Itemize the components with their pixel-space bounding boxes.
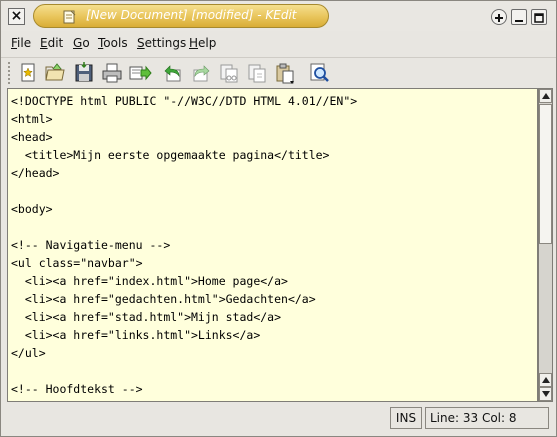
code-line[interactable]: <li><a href="stad.html">Mijn stad</a> [11, 308, 357, 326]
toolbar [1, 57, 556, 88]
kedit-window: × [New Document] [modified] - KEdit File… [0, 0, 557, 437]
status-message [7, 407, 387, 429]
code-line[interactable]: <li><a href="links.html">Links</a> [11, 326, 357, 344]
code-line[interactable] [11, 218, 357, 236]
send-mail-button[interactable] [128, 61, 152, 85]
menu-help[interactable]: Help [189, 36, 216, 50]
redo-icon [193, 65, 210, 82]
toolbar-grip[interactable] [8, 62, 14, 84]
copy-button[interactable] [245, 61, 269, 85]
vertical-scrollbar[interactable] [538, 88, 553, 402]
paste-icon [276, 63, 294, 84]
redo-button[interactable] [189, 61, 213, 85]
minimize-button[interactable] [511, 9, 527, 25]
open-button[interactable] [43, 61, 67, 85]
new-icon [21, 63, 35, 82]
plus-icon [495, 14, 503, 22]
maximize-button[interactable] [531, 9, 547, 25]
code-line[interactable]: <li><a href="index.html">Home page</a> [11, 272, 357, 290]
cursor-position: Line: 33 Col: 8 [425, 407, 549, 429]
code-line[interactable]: <body> [11, 200, 357, 218]
context-help-button[interactable] [491, 9, 507, 25]
code-line[interactable]: <!-- Navigatie-menu --> [11, 236, 357, 254]
print-icon [102, 63, 122, 83]
copy-icon [248, 64, 266, 83]
new-button[interactable] [16, 61, 40, 85]
code-line[interactable] [11, 362, 357, 380]
find-button[interactable] [307, 61, 331, 85]
close-window-button[interactable]: × [8, 8, 25, 25]
undo-icon [164, 65, 181, 82]
arrow-up-icon [542, 93, 550, 99]
menu-tools[interactable]: Tools [98, 36, 128, 50]
undo-button[interactable] [161, 61, 185, 85]
status-bar: INS Line: 33 Col: 8 [1, 405, 556, 435]
code-line[interactable]: <title>Mijn eerste opgemaakte pagina</ti… [11, 146, 357, 164]
minimize-icon [515, 20, 523, 22]
code-line[interactable]: </ul> [11, 344, 357, 362]
menu-go[interactable]: Go [73, 36, 90, 50]
find-icon [310, 63, 329, 82]
menu-settings[interactable]: Settings [137, 36, 186, 50]
print-button[interactable] [100, 61, 124, 85]
code-line[interactable]: <h1>Mijn eerste opgemaakte pagina</h1> [11, 398, 357, 401]
menu-edit[interactable]: Edit [40, 36, 63, 50]
document-icon [62, 9, 76, 24]
code-line[interactable]: <!DOCTYPE html PUBLIC "-//W3C//DTD HTML … [11, 92, 357, 110]
editor-content[interactable]: <!DOCTYPE html PUBLIC "-//W3C//DTD HTML … [11, 92, 357, 401]
arrow-up-icon [542, 377, 550, 383]
save-icon [75, 62, 93, 82]
code-line[interactable]: <li><a href="gedachten.html">Gedachten</… [11, 290, 357, 308]
window-title: [New Document] [modified] - KEdit [86, 8, 297, 22]
code-line[interactable]: <!-- Hoofdtekst --> [11, 380, 357, 398]
title-bar[interactable]: × [New Document] [modified] - KEdit [1, 1, 556, 31]
text-editor[interactable]: <!DOCTYPE html PUBLIC "-//W3C//DTD HTML … [7, 88, 538, 402]
cut-button[interactable] [217, 61, 241, 85]
save-button[interactable] [72, 61, 96, 85]
menu-bar: File Edit Go Tools Settings Help [1, 32, 556, 56]
code-line[interactable]: <ul class="navbar"> [11, 254, 357, 272]
cut-icon [220, 64, 238, 83]
scroll-up-button[interactable] [539, 89, 552, 103]
scroll-down-button[interactable] [539, 387, 552, 401]
code-line[interactable] [11, 182, 357, 200]
arrow-down-icon [542, 391, 550, 397]
maximize-icon [534, 13, 544, 23]
insert-mode-indicator[interactable]: INS [390, 407, 422, 429]
open-icon [45, 63, 65, 81]
menu-file[interactable]: File [11, 36, 31, 50]
code-line[interactable]: <html> [11, 110, 357, 128]
paste-button[interactable] [273, 61, 297, 85]
title-pill[interactable]: [New Document] [modified] - KEdit [33, 4, 329, 28]
close-icon: × [10, 8, 23, 24]
scroll-up-button-bottom[interactable] [539, 373, 552, 387]
code-line[interactable]: </head> [11, 164, 357, 182]
scroll-thumb[interactable] [539, 104, 552, 244]
send-mail-icon [129, 65, 152, 81]
code-line[interactable]: <head> [11, 128, 357, 146]
